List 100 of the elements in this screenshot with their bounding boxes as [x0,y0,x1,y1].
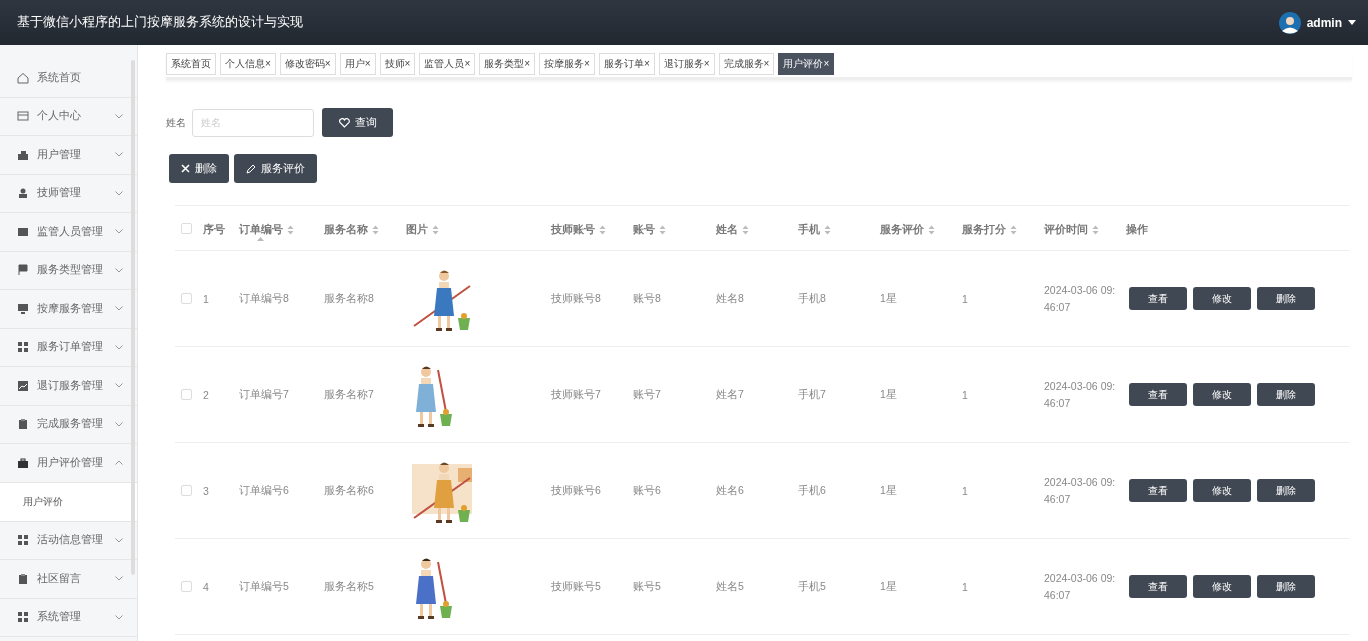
submenu-item[interactable]: 用户评价 [0,482,137,522]
table-cell-text: 服务名称7 [324,387,375,402]
delete-button[interactable]: 删除 [169,154,229,183]
sort-icon[interactable] [599,225,606,235]
checkbox[interactable] [181,293,192,304]
delete-button[interactable]: 删除 [1257,287,1315,310]
person-icon [17,187,29,200]
chart-icon [17,379,29,392]
clip-icon [17,418,29,431]
grid-icon [17,341,29,354]
table-cell-text: 1 [962,484,969,497]
table-cell-text: 服务名称5 [324,579,375,594]
card-icon [17,110,29,123]
sort-icon[interactable] [1010,225,1017,235]
table-cell-text: 订单编号7 [239,387,290,402]
tab[interactable]: 系统首页 [166,53,216,75]
search-button[interactable]: 查询 [322,108,393,137]
table-cell-text: 1星 [880,291,898,306]
checkbox[interactable] [181,389,192,400]
checkbox[interactable] [181,222,192,234]
tab[interactable]: 按摩服务× [539,53,595,75]
sort-icon[interactable] [1092,225,1099,235]
tab[interactable]: 用户× [339,53,376,75]
field-label: 姓名 [166,115,186,130]
sort-icon[interactable] [928,225,935,235]
view-button[interactable]: 查看 [1129,575,1187,598]
table-cell-text: 1星 [880,579,898,594]
column-header[interactable]: 服务打分 [962,223,1006,237]
tab[interactable]: 服务类型× [479,53,536,75]
column-header[interactable]: 姓名 [716,223,738,237]
table-cell-text: 技师账号8 [551,291,602,306]
table-cell-text: 姓名6 [716,483,745,498]
tab[interactable]: 完成服务× [718,53,775,75]
tab[interactable]: 技师× [379,53,416,75]
clip-icon [17,572,29,585]
checkbox[interactable] [181,485,192,496]
column-header[interactable]: 手机 [798,223,820,237]
column-header: 序号 [203,223,225,237]
sort-icon[interactable] [287,225,294,235]
edit-button[interactable]: 修改 [1193,383,1251,406]
app-title: 基于微信小程序的上门按摩服务系统的设计与实现 [17,14,303,31]
edit-button[interactable]: 修改 [1193,287,1251,310]
column-header[interactable]: 账号 [633,223,655,237]
home-icon [17,71,29,84]
tab[interactable]: 用户评价× [778,53,835,75]
sort-icon[interactable] [824,225,831,235]
table-cell-text: 订单编号5 [239,579,290,594]
table-cell-text: 手机8 [798,291,827,306]
table-cell-text: 2024-03-06 09:46:07 [1044,378,1117,411]
user-name[interactable]: admin [1306,15,1342,30]
delete-button[interactable]: 删除 [1257,383,1315,406]
user-icon [17,148,29,161]
tab[interactable]: 监管人员× [419,53,476,75]
table-cell-text: 2 [203,388,210,401]
sort-icon[interactable] [372,225,379,235]
table-cell-text: 账号7 [633,387,662,402]
tab[interactable]: 个人信息× [220,53,276,75]
avatar-icon[interactable] [1278,11,1301,34]
table-cell-text: 订单编号8 [239,291,290,306]
table-cell-text: 手机7 [798,387,827,402]
badge-icon [17,225,29,238]
column-header[interactable]: 订单编号 [239,223,283,237]
review-button[interactable]: 服务评价 [234,154,317,183]
table-cell-text: 3 [203,484,210,497]
column-header[interactable]: 服务评价 [880,223,924,237]
column-header[interactable]: 评价时间 [1044,223,1088,237]
sort-icon[interactable] [742,225,749,235]
tab[interactable]: 服务订单× [598,53,655,75]
table-cell-text: 技师账号6 [551,483,602,498]
table-cell-text: 服务名称8 [324,291,375,306]
column-header[interactable]: 服务名称 [324,223,368,237]
sidebar-item[interactable]: 系统管理 [0,598,137,637]
grid-icon [17,534,29,547]
close-icon [181,164,190,173]
table-cell-text: 1 [203,292,210,305]
table-cell-text: 2024-03-06 09:46:07 [1044,570,1117,603]
edit-button[interactable]: 修改 [1193,575,1251,598]
table-cell-text: 技师账号5 [551,579,602,594]
table-cell-text: 1星 [880,387,898,402]
column-header[interactable]: 图片 [406,223,428,237]
column-header[interactable]: 技师账号 [551,223,595,237]
table-cell-text: 1星 [880,483,898,498]
edit-button[interactable]: 修改 [1193,479,1251,502]
sort-icon[interactable] [432,225,439,235]
table-cell-text: 账号6 [633,483,662,498]
tab[interactable]: 修改密码× [279,53,336,75]
table-cell-text: 2024-03-06 09:46:07 [1044,474,1117,507]
table-cell-text: 订单编号6 [239,483,290,498]
delete-button[interactable]: 删除 [1257,479,1315,502]
delete-button[interactable]: 删除 [1257,575,1315,598]
sort-icon[interactable] [659,225,666,235]
view-button[interactable]: 查看 [1129,383,1187,406]
flag-icon [17,264,29,277]
tab[interactable]: 退订服务× [658,53,715,75]
checkbox[interactable] [181,581,192,592]
view-button[interactable]: 查看 [1129,287,1187,310]
column-header: 操作 [1126,223,1148,237]
heart-icon [338,117,350,128]
caret-icon[interactable] [1348,19,1356,26]
view-button[interactable]: 查看 [1129,479,1187,502]
